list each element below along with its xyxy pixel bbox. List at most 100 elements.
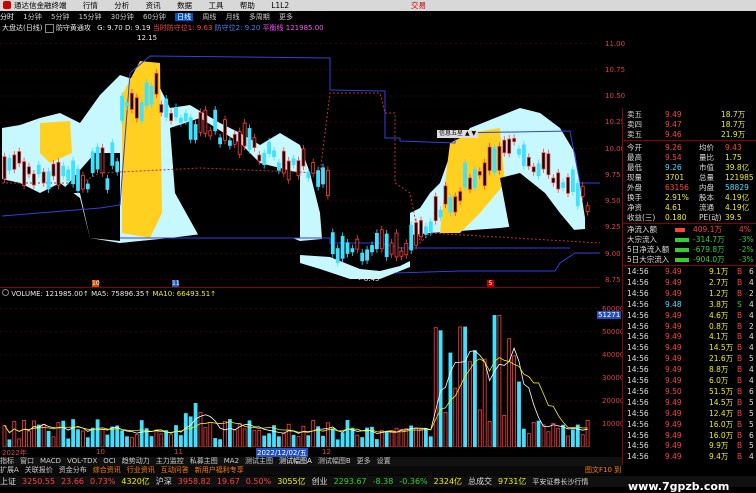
period-30min[interactable]: 30分钟 xyxy=(111,13,134,21)
period-week[interactable]: 周线 xyxy=(202,13,216,21)
stock-name: 大盘达(日线) xyxy=(2,24,43,32)
menu-data[interactable]: 数据 xyxy=(177,0,192,11)
info-tab-4[interactable]: 行业资讯 xyxy=(127,466,155,474)
indicator-tab-1[interactable]: 窗口 xyxy=(20,457,34,465)
tick-count: 4 xyxy=(749,277,754,287)
volume-bar xyxy=(428,436,433,447)
quote-divider xyxy=(623,265,756,266)
menu-help[interactable]: 帮助 xyxy=(240,0,255,11)
volume-bar xyxy=(335,439,340,447)
volume-bar xyxy=(183,413,188,447)
flow-label: 5日大宗流入 xyxy=(627,255,670,264)
event-marker-2[interactable]: 11 xyxy=(172,280,180,287)
indicator-tab-9[interactable]: 测试主图 xyxy=(245,457,273,465)
tick-volume: 9.1万 xyxy=(709,267,729,276)
price-tick-label: 9.00 xyxy=(605,249,621,258)
candle-body xyxy=(394,232,399,258)
popup-down-button[interactable]: ▼ xyxy=(471,130,476,137)
indicator-tab-3[interactable]: VOL-TDX xyxy=(67,457,97,465)
indicator-tab-13[interactable]: 设置 xyxy=(377,457,391,465)
volume-bar xyxy=(350,427,355,447)
menu-news[interactable]: 资讯 xyxy=(146,0,161,11)
trade-button[interactable]: 交易 xyxy=(411,0,426,11)
candle-body xyxy=(183,113,188,122)
volume-chart[interactable] xyxy=(0,297,622,447)
tick-row: 14:56 9.49 6.0万 B 4 xyxy=(625,376,755,385)
candle-body xyxy=(66,169,71,181)
volume-bar xyxy=(213,438,218,447)
tick-time: 14:56 xyxy=(627,441,649,451)
volume-bar xyxy=(389,430,394,447)
index-value: 9731亿 xyxy=(498,477,527,486)
period-month[interactable]: 月线 xyxy=(226,13,240,21)
indicator-tab-4[interactable]: OCI xyxy=(103,457,115,465)
period-5min[interactable]: 5分钟 xyxy=(51,13,69,21)
info-label: 换手 xyxy=(627,193,642,202)
info-value-2: 1.75 xyxy=(725,153,742,162)
info-tab-2[interactable]: 资金分布 xyxy=(59,466,87,474)
menu-tools[interactable]: 工具 xyxy=(208,0,223,11)
indicator-tab-10[interactable]: 测试幅图A xyxy=(279,457,312,465)
info-tab-1[interactable]: 关联报价 xyxy=(25,466,53,474)
candle-body xyxy=(566,176,570,194)
period-1min[interactable]: 1分钟 xyxy=(23,13,41,21)
volume-bar xyxy=(561,424,565,447)
volume-bar xyxy=(394,427,399,447)
volume-bar xyxy=(17,438,22,447)
volume-bar xyxy=(154,429,159,447)
event-marker-1[interactable]: 10 xyxy=(92,280,100,287)
candle-body xyxy=(262,152,267,166)
indicator-tab-6[interactable]: 主力监控 xyxy=(156,457,184,465)
period-day[interactable]: 日线 xyxy=(175,13,194,21)
blue-step-line-2 xyxy=(120,237,570,249)
indicator-tab-11[interactable]: 测试幅图B xyxy=(318,457,351,465)
indicator-tab-5[interactable]: 趋势动力 xyxy=(122,457,150,465)
tick-count: 4 xyxy=(749,376,754,385)
menu-analysis[interactable]: 分析 xyxy=(114,0,129,11)
info-label: 最高 xyxy=(627,153,642,162)
candle-body xyxy=(355,238,360,250)
popup-up-button[interactable]: ▲ xyxy=(465,130,470,137)
date-axis: 2022年 10 11 2022/12/02/五 12 xyxy=(0,448,622,458)
indicator-tab-7[interactable]: 私募主图 xyxy=(190,457,218,465)
tick-volume: 9.4万 xyxy=(709,452,729,462)
l1l2-label[interactable]: L1L2 xyxy=(271,0,289,11)
period-fenshi[interactable]: 分时 xyxy=(0,13,14,21)
candle-body xyxy=(81,175,85,190)
indicator-name: 防守黄通攻 xyxy=(55,24,91,32)
tick-volume: 3.8万 xyxy=(709,299,729,309)
f10-link[interactable]: 图文F10 到 xyxy=(585,466,621,475)
flow-percent: -2% xyxy=(739,245,754,254)
settings-icon[interactable] xyxy=(44,23,54,33)
info-value-2: 121985 xyxy=(725,173,754,182)
info-tab-6[interactable]: 新用户福利专享 xyxy=(195,466,244,474)
indicator-tab-12[interactable]: 更多 xyxy=(357,457,371,465)
period-60min[interactable]: 60分钟 xyxy=(143,13,166,21)
candle-body xyxy=(311,162,316,174)
volume-settings-icon[interactable] xyxy=(2,289,9,296)
period-more[interactable]: 更多 xyxy=(279,13,293,21)
tick-time: 14:56 xyxy=(627,376,649,385)
tick-count: 6 xyxy=(749,430,754,440)
info-tab-5[interactable]: 互动问答 xyxy=(161,466,189,474)
indicator-tab-2[interactable]: MACD xyxy=(40,457,61,465)
kline-chart[interactable] xyxy=(0,33,622,285)
event-marker-3[interactable]: 5 xyxy=(487,280,494,287)
volume-bar xyxy=(512,355,516,447)
menu-quote[interactable]: 行情 xyxy=(83,0,98,11)
volume-bar xyxy=(551,423,556,447)
candle-body xyxy=(164,98,169,118)
tick-side: B xyxy=(737,430,743,440)
info-popup[interactable]: 信息五星 ▲ ▼ xyxy=(437,130,479,138)
volume-bar xyxy=(541,424,546,447)
volume-bar xyxy=(311,420,316,447)
indicator-tab-0[interactable]: 指标 xyxy=(0,457,14,465)
flow-row: 大宗流入 -314.7万 -3% xyxy=(625,235,755,244)
indicator-tab-8[interactable]: MA2 xyxy=(224,457,239,465)
info-tab-0[interactable]: 扩展A xyxy=(0,466,19,474)
volume-bar xyxy=(433,327,438,447)
period-15min[interactable]: 15分钟 xyxy=(79,13,102,21)
info-tab-3[interactable]: 综合资讯 xyxy=(93,466,121,474)
candle-body xyxy=(95,146,100,170)
period-multi[interactable]: 多周期 xyxy=(249,13,270,21)
